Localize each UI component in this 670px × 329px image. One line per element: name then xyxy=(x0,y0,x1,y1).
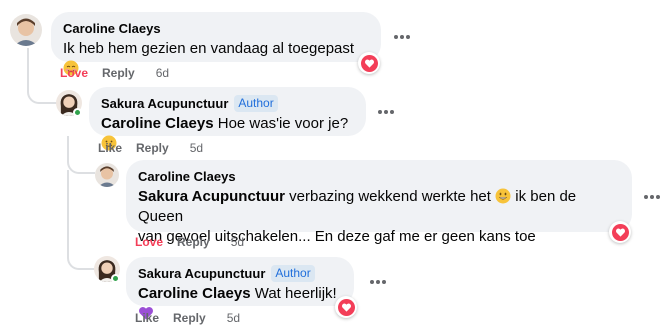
comment-timestamp[interactable]: 5d xyxy=(231,234,244,250)
online-status-badge xyxy=(111,274,120,283)
more-options-button[interactable] xyxy=(366,270,390,294)
comment-timestamp[interactable]: 5d xyxy=(227,310,240,326)
reply-button[interactable]: Reply xyxy=(136,140,169,156)
thread-line xyxy=(67,136,95,174)
thread-line xyxy=(27,48,57,104)
comment-actions: Like Reply 5d xyxy=(135,310,240,326)
mention-link[interactable]: Caroline Claeys xyxy=(101,115,214,132)
comment-bubble: Sakura Acupunctuur Author Caroline Claey… xyxy=(89,87,366,151)
author-badge: Author xyxy=(234,95,278,112)
comment-actions: Love Reply 5d xyxy=(135,234,244,250)
thread-line xyxy=(67,170,95,270)
grinning-face-emoji-icon xyxy=(495,188,511,204)
comment-bubble: Caroline Claeys Sakura Acupunctuur verba… xyxy=(126,160,632,245)
comment-author[interactable]: Sakura Acupunctuur xyxy=(138,265,265,282)
online-status-badge xyxy=(73,108,82,117)
reply-button[interactable]: Reply xyxy=(102,65,135,81)
more-options-button[interactable] xyxy=(374,100,398,124)
avatar[interactable] xyxy=(10,14,42,46)
heart-reaction-icon[interactable] xyxy=(335,296,357,318)
comment-author[interactable]: Caroline Claeys xyxy=(63,20,161,37)
reply-button[interactable]: Reply xyxy=(177,234,210,250)
comment-bubble: Sakura Acupunctuur Author Caroline Claey… xyxy=(126,257,354,320)
avatar[interactable] xyxy=(95,163,119,187)
heart-reaction-icon[interactable] xyxy=(609,221,631,243)
love-button[interactable]: Love xyxy=(135,234,163,250)
more-options-button[interactable] xyxy=(640,185,664,209)
comment-timestamp[interactable]: 5d xyxy=(190,140,203,156)
more-options-button[interactable] xyxy=(390,25,414,49)
mention-link[interactable]: Sakura Acupunctuur xyxy=(138,188,285,205)
reply-button[interactable]: Reply xyxy=(173,310,206,326)
comment-actions: Like Reply 5d xyxy=(98,140,203,156)
comment-author[interactable]: Sakura Acupunctuur xyxy=(101,95,228,112)
mention-link[interactable]: Caroline Claeys xyxy=(138,285,251,302)
comment-author[interactable]: Caroline Claeys xyxy=(138,168,236,185)
comment-bubble: Caroline Claeys Ik heb hem gezien en van… xyxy=(51,12,381,76)
heart-reaction-icon[interactable] xyxy=(358,52,380,74)
like-button[interactable]: Like xyxy=(98,140,122,156)
like-button[interactable]: Like xyxy=(135,310,159,326)
comment-actions: Love Reply 6d xyxy=(60,65,169,81)
comment-timestamp[interactable]: 6d xyxy=(156,65,169,81)
love-button[interactable]: Love xyxy=(60,65,88,81)
author-badge: Author xyxy=(271,265,315,282)
